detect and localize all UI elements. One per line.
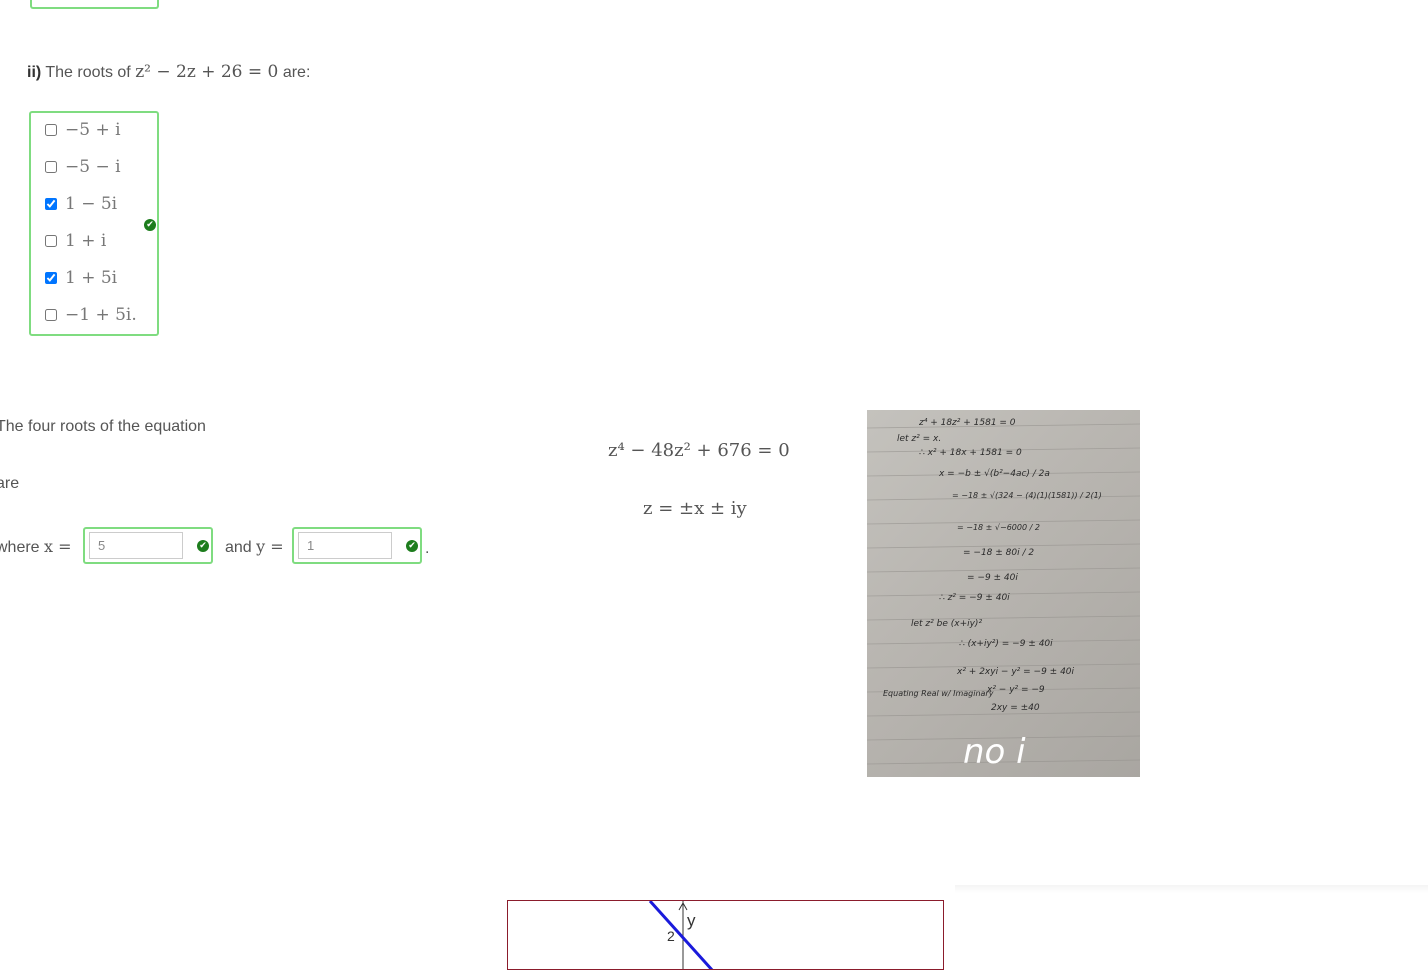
y-answer-box: ✔	[292, 527, 422, 564]
question-text-before: The roots of	[45, 64, 131, 81]
question-iii-are: are	[0, 475, 20, 492]
question-text-after: are:	[282, 64, 311, 81]
x-input[interactable]	[89, 532, 183, 559]
handwritten-line: let z² = x.	[897, 434, 941, 444]
handwritten-line: ∴ z² = −9 ± 40i	[939, 593, 1010, 603]
choice-6[interactable]: −1 + 5i.	[45, 305, 137, 325]
handwritten-line: = −18 ± 80i / 2	[963, 548, 1034, 558]
handwritten-line: = −18 ± √−6000 / 2	[957, 523, 1040, 532]
question-number: ii)	[27, 64, 42, 81]
y-axis-label: y	[687, 911, 696, 930]
handwritten-line: 2xy = ±40	[991, 703, 1040, 713]
handwritten-line: = −18 ± √(324 − (4)(1)(1581)) / 2(1)	[952, 491, 1102, 500]
handwritten-line: z⁴ + 18z² + 1581 = 0	[918, 418, 1016, 428]
tick-label: 2	[667, 928, 675, 944]
section-divider-shadow	[955, 885, 1428, 893]
handwritten-line: x² − y² = −9	[986, 685, 1045, 695]
choice-2-label: −5 − i	[65, 157, 121, 177]
handwriting: z⁴ + 18z² + 1581 = 0 let z² = x. ∴ x² + …	[883, 418, 1102, 772]
handwritten-line: = −9 ± 40i	[967, 573, 1018, 583]
handwritten-line: x² + 2xyi − y² = −9 ± 40i	[956, 667, 1075, 677]
choice-3[interactable]: 1 − 5i	[45, 194, 117, 214]
previous-answer-box	[30, 0, 159, 9]
question-equation: z² − 2z + 26 = 0	[135, 62, 279, 82]
and-word: and	[225, 539, 252, 556]
choice-4-label: 1 + i	[65, 231, 107, 251]
choice-6-checkbox[interactable]	[45, 309, 57, 321]
choice-1-label: −5 + i	[65, 120, 121, 140]
and-y-label: and y =	[225, 537, 284, 557]
handwritten-line: ∴ (x+iy²) = −9 ± 40i	[959, 639, 1053, 649]
choice-3-label: 1 − 5i	[65, 194, 118, 214]
choice-5[interactable]: 1 + 5i	[45, 268, 117, 288]
x-correct-check-icon: ✔	[197, 540, 209, 552]
choice-6-label: −1 + 5i.	[65, 305, 137, 325]
where-word: where	[0, 539, 40, 556]
handwritten-line: x = −b ± √(b²−4ac) / 2a	[938, 468, 1050, 479]
choice-4[interactable]: 1 + i	[45, 231, 106, 251]
choice-1-checkbox[interactable]	[45, 124, 57, 136]
choice-5-label: 1 + 5i	[65, 268, 118, 288]
handwritten-notes-photo: z⁴ + 18z² + 1581 = 0 let z² = x. ∴ x² + …	[867, 410, 1140, 777]
y-correct-check-icon: ✔	[406, 540, 418, 552]
where-x-label: where x =	[0, 537, 72, 557]
question-iii-equation: z⁴ − 48z² + 676 = 0	[608, 440, 790, 461]
handwritten-line: ∴ x² + 18x + 1581 = 0	[919, 448, 1022, 458]
roots-form-equation: z = ±x ± iy	[643, 498, 747, 519]
choice-2-checkbox[interactable]	[45, 161, 57, 173]
y-equals: y =	[256, 537, 284, 556]
choice-1[interactable]: −5 + i	[45, 120, 121, 140]
handwritten-line: no i	[963, 732, 1026, 772]
y-input[interactable]	[298, 532, 392, 559]
correct-check-icon: ✔	[144, 219, 156, 231]
question-iii-intro: The four roots of the equation	[0, 418, 206, 435]
choice-2[interactable]: −5 − i	[45, 157, 121, 177]
handwritten-line: let z² be (x+iy)²	[911, 619, 982, 629]
question-ii-prompt: ii) The roots of z² − 2z + 26 = 0 are:	[27, 62, 310, 82]
choice-4-checkbox[interactable]	[45, 235, 57, 247]
handwritten-line: Equating Real w/ Imaginary	[883, 689, 994, 698]
choice-5-checkbox[interactable]	[45, 272, 57, 284]
choices-group: −5 + i −5 − i 1 − 5i 1 + i 1 + 5i −1 + 5…	[29, 111, 159, 336]
x-equals: x =	[44, 537, 72, 556]
trailing-period: .	[425, 540, 430, 557]
choice-3-checkbox[interactable]	[45, 198, 57, 210]
x-answer-box: ✔	[83, 527, 213, 564]
